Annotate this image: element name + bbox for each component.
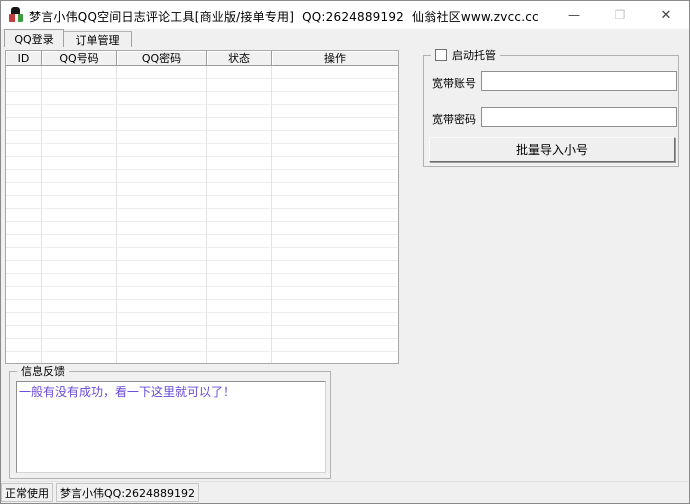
hosting-groupbox: 启动托管 宽带账号 宽带密码 批量导入小号 (423, 55, 679, 167)
hosting-checkbox[interactable] (435, 49, 447, 61)
status-panel-state: 正常使用 (1, 483, 53, 502)
broadband-account-label: 宽带账号 (432, 75, 476, 91)
table-header: ID QQ号码 QQ密码 状态 操作 (6, 51, 398, 66)
broadband-password-label: 宽带密码 (432, 111, 476, 127)
column-header-password[interactable]: QQ密码 (117, 51, 207, 66)
feedback-groupbox: 信息反馈 一般有没有成功，看一下这里就可以了！ (9, 371, 331, 479)
feedback-legend-label: 信息反馈 (21, 363, 65, 379)
status-bar: 正常使用 梦言小伟QQ:2624889192 (1, 481, 689, 503)
feedback-listbox[interactable]: 一般有没有成功，看一下这里就可以了！ (16, 381, 326, 473)
feedback-legend: 信息反馈 (17, 364, 69, 378)
app-icon (8, 7, 24, 23)
column-header-id[interactable]: ID (6, 51, 42, 66)
column-header-status[interactable]: 状态 (207, 51, 272, 66)
close-button[interactable]: ✕ (643, 1, 689, 29)
window-title: 梦言小伟QQ空间日志评论工具[商业版/接单专用] QQ:2624889192 仙… (29, 8, 539, 25)
column-header-qq[interactable]: QQ号码 (42, 51, 117, 66)
tab-order-manage[interactable]: 订单管理 (64, 31, 132, 47)
maximize-button[interactable]: ❐ (597, 1, 643, 29)
app-window: 梦言小伟QQ空间日志评论工具[商业版/接单专用] QQ:2624889192 仙… (0, 0, 690, 504)
broadband-password-input[interactable] (481, 107, 677, 127)
broadband-account-input[interactable] (481, 71, 677, 91)
status-panel-contact: 梦言小伟QQ:2624889192 (56, 483, 199, 502)
hosting-checkbox-label: 启动托管 (452, 47, 496, 63)
table-body-empty (6, 66, 398, 363)
minimize-button[interactable]: — (551, 1, 597, 29)
column-header-action[interactable]: 操作 (272, 51, 398, 66)
titlebar: 梦言小伟QQ空间日志评论工具[商业版/接单专用] QQ:2624889192 仙… (1, 1, 689, 29)
batch-import-button[interactable]: 批量导入小号 (429, 137, 675, 162)
account-table: ID QQ号码 QQ密码 状态 操作 (5, 50, 399, 364)
tab-qq-login[interactable]: QQ登录 (4, 29, 64, 47)
tab-strip: QQ登录 订单管理 (1, 29, 689, 47)
hosting-legend: 启动托管 (431, 48, 500, 62)
feedback-message: 一般有没有成功，看一下这里就可以了！ (19, 383, 323, 400)
